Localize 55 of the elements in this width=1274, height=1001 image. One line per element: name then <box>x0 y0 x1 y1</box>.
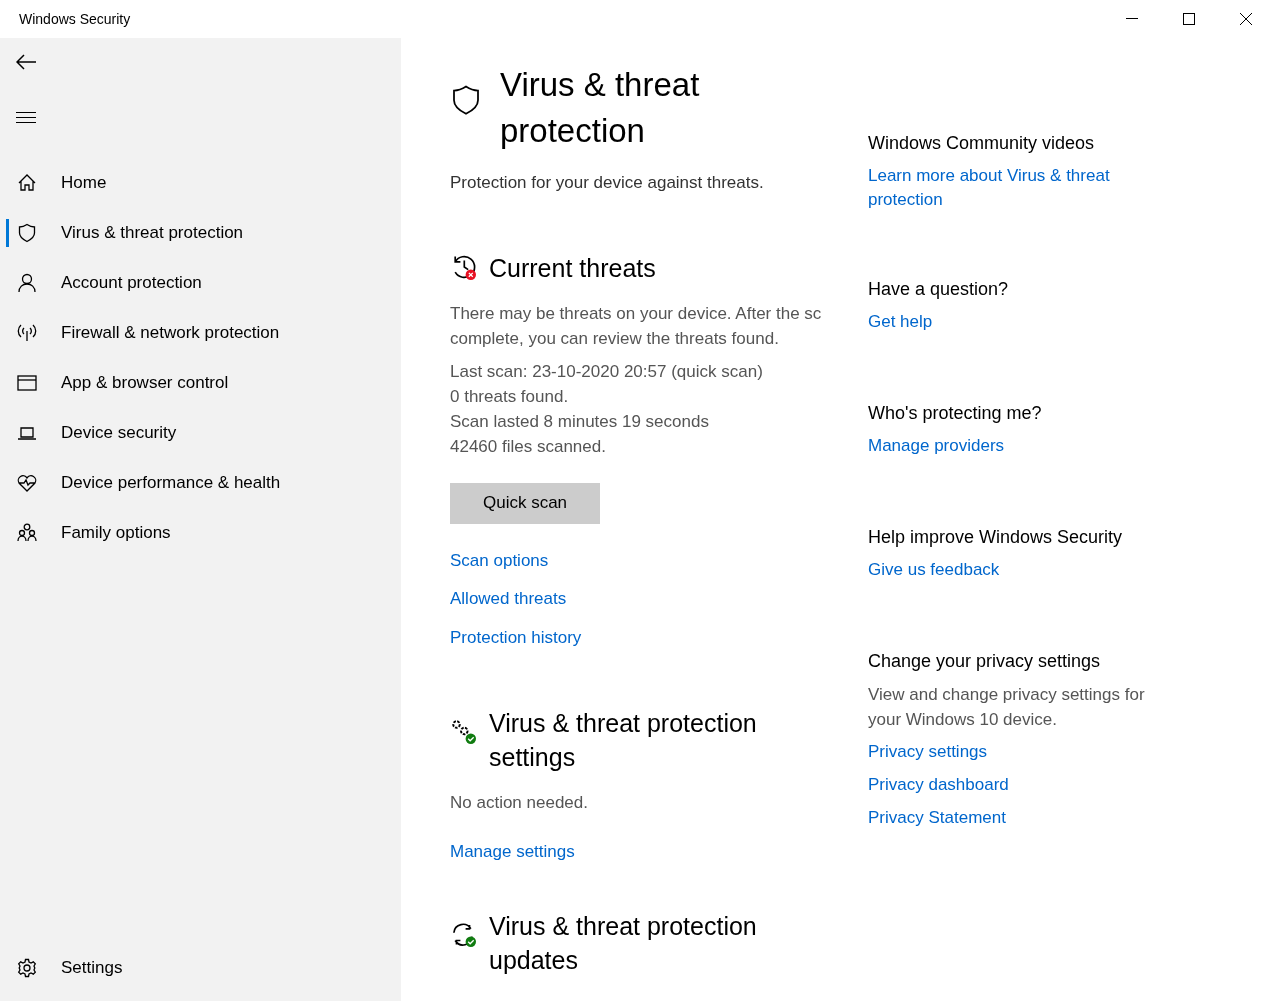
close-icon <box>1239 13 1252 25</box>
nav-item[interactable]: Device performance & health <box>0 458 401 508</box>
link[interactable]: Privacy settings <box>868 740 988 764</box>
link[interactable]: Manage providers <box>868 434 1005 458</box>
nav-item[interactable]: Firewall & network protection <box>0 308 401 358</box>
aside-text: View and change privacy settings for your Windows 10 device. <box>868 684 1146 731</box>
sync-icon <box>450 920 476 947</box>
nav-item[interactable]: Virus & threat protection <box>0 208 401 258</box>
link[interactable]: Get help <box>868 310 933 334</box>
link[interactable]: Privacy dashboard <box>868 773 1009 797</box>
settings-item[interactable]: Settings <box>0 943 401 993</box>
settings-icon <box>17 958 37 978</box>
nav-item[interactable]: Home <box>0 158 401 208</box>
quick-scan-button[interactable]: Quick scan <box>450 482 600 524</box>
aside-heading: Who's protecting me? <box>868 402 1043 425</box>
nav-item[interactable]: Account protection <box>0 258 401 308</box>
section-title: Virus & threat protection updates <box>489 910 758 976</box>
link[interactable]: Protection history <box>450 624 582 650</box>
section-title: Virus & threat protection settings <box>489 708 758 773</box>
section-description: There may be threats on your device. After the sc complete, you can review the threats found. <box>450 302 823 350</box>
aside-heading: Windows Community videos <box>868 132 1096 155</box>
window-title: Windows Security <box>18 10 131 29</box>
family-icon <box>17 523 37 543</box>
link[interactable]: Scan options <box>450 547 549 573</box>
maximize-icon <box>1182 13 1195 25</box>
status-line: Last scan: 23-10-2020 20:57 (quick scan) <box>450 360 764 383</box>
browser-window-icon <box>17 373 37 393</box>
aside-heading: Have a question? <box>868 278 1010 301</box>
gears-icon <box>450 718 476 744</box>
link[interactable]: Manage settings <box>450 839 575 865</box>
link[interactable]: Learn more about Virus & threat protection <box>868 164 1158 212</box>
link[interactable]: Privacy Statement <box>868 806 1006 830</box>
shield-icon <box>17 223 37 243</box>
status-line: 42460 files scanned. <box>450 435 607 458</box>
menu-icon <box>16 111 36 125</box>
antenna-icon <box>17 323 37 343</box>
nav-item[interactable]: Device security <box>0 408 401 458</box>
nav-item[interactable]: Family options <box>0 508 401 558</box>
status-line: Scan lasted 8 minutes 19 seconds <box>450 410 710 433</box>
status-line: 0 threats found. <box>450 385 570 408</box>
page-subtitle: Protection for your device against threats. <box>450 172 765 194</box>
aside-heading: Change your privacy settings <box>868 650 1102 673</box>
shield-icon <box>450 84 482 118</box>
nav-item[interactable]: App & browser control <box>0 358 401 408</box>
section-description: No action needed. <box>450 792 589 814</box>
page-title: Virus & threat protection <box>500 65 701 151</box>
minimize-icon <box>1125 18 1138 20</box>
back-arrow-icon <box>16 54 36 70</box>
home-icon <box>17 173 37 193</box>
link[interactable]: Give us feedback <box>868 558 1000 582</box>
section-title: Current threats <box>489 252 656 284</box>
link[interactable]: Allowed threats <box>450 586 567 612</box>
person-icon <box>17 273 37 293</box>
aside-heading: Help improve Windows Security <box>868 526 1124 549</box>
heart-pulse-icon <box>17 473 37 493</box>
